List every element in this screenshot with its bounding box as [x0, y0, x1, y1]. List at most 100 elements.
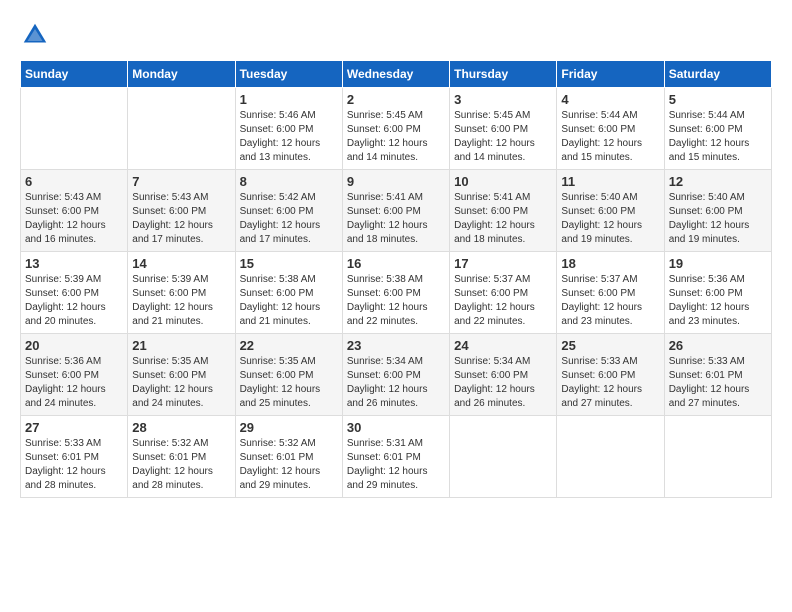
day-header-sunday: Sunday [21, 61, 128, 88]
day-number: 10 [454, 174, 552, 189]
page-header [20, 20, 772, 50]
logo [20, 20, 54, 50]
day-info: Sunrise: 5:36 AM Sunset: 6:00 PM Dayligh… [25, 355, 123, 411]
day-cell: 19 Sunrise: 5:36 AM Sunset: 6:00 PM Dayli… [664, 252, 771, 334]
day-info: Sunrise: 5:35 AM Sunset: 6:00 PM Dayligh… [240, 355, 338, 411]
day-number: 16 [347, 256, 445, 271]
day-header-wednesday: Wednesday [342, 61, 449, 88]
day-number: 25 [561, 338, 659, 353]
day-cell [21, 88, 128, 170]
day-cell: 15Sunrise: 5:38 AM Sunset: 6:00 PM Dayli… [235, 252, 342, 334]
day-cell: 14 Sunrise: 5:39 AM Sunset: 6:00 PM Dayli… [128, 252, 235, 334]
day-cell: 7 Sunrise: 5:43 AM Sunset: 6:00 PM Daylig… [128, 170, 235, 252]
week-row-5: 27 Sunrise: 5:33 AM Sunset: 6:01 PM Dayli… [21, 416, 772, 498]
day-cell [450, 416, 557, 498]
day-cell [664, 416, 771, 498]
day-number: 19 [669, 256, 767, 271]
day-number: 8 [240, 174, 338, 189]
day-info: Sunrise: 5:31 AM Sunset: 6:01 PM Dayligh… [347, 437, 445, 493]
day-cell: 30 Sunrise: 5:31 AM Sunset: 6:01 PM Dayli… [342, 416, 449, 498]
day-number: 24 [454, 338, 552, 353]
day-info: Sunrise: 5:38 AM Sunset: 6:00 PM Dayligh… [240, 273, 338, 329]
day-info: Sunrise: 5:43 AM Sunset: 6:00 PM Dayligh… [25, 191, 123, 247]
day-cell: 8 Sunrise: 5:42 AM Sunset: 6:00 PM Daylig… [235, 170, 342, 252]
week-row-3: 13 Sunrise: 5:39 AM Sunset: 6:00 PM Dayli… [21, 252, 772, 334]
day-cell [128, 88, 235, 170]
day-info: Sunrise: 5:33 AM Sunset: 6:01 PM Dayligh… [669, 355, 767, 411]
day-info: Sunrise: 5:37 AM Sunset: 6:00 PM Dayligh… [454, 273, 552, 329]
day-info: Sunrise: 5:44 AM Sunset: 6:00 PM Dayligh… [669, 109, 767, 165]
day-cell: 12 Sunrise: 5:40 AM Sunset: 6:00 PM Dayli… [664, 170, 771, 252]
day-cell: 29 Sunrise: 5:32 AM Sunset: 6:01 PM Dayli… [235, 416, 342, 498]
day-info: Sunrise: 5:41 AM Sunset: 6:00 PM Dayligh… [454, 191, 552, 247]
day-info: Sunrise: 5:41 AM Sunset: 6:00 PM Dayligh… [347, 191, 445, 247]
day-info: Sunrise: 5:43 AM Sunset: 6:00 PM Dayligh… [132, 191, 230, 247]
day-cell: 16 Sunrise: 5:38 AM Sunset: 6:00 PM Dayli… [342, 252, 449, 334]
day-number: 29 [240, 420, 338, 435]
day-number: 26 [669, 338, 767, 353]
day-info: Sunrise: 5:44 AM Sunset: 6:00 PM Dayligh… [561, 109, 659, 165]
week-row-4: 20 Sunrise: 5:36 AM Sunset: 6:00 PM Dayli… [21, 334, 772, 416]
day-info: Sunrise: 5:45 AM Sunset: 6:00 PM Dayligh… [347, 109, 445, 165]
day-number: 12 [669, 174, 767, 189]
day-cell: 1Sunrise: 5:46 AM Sunset: 6:00 PM Daylig… [235, 88, 342, 170]
day-cell: 9 Sunrise: 5:41 AM Sunset: 6:00 PM Daylig… [342, 170, 449, 252]
day-number: 20 [25, 338, 123, 353]
day-cell: 6 Sunrise: 5:43 AM Sunset: 6:00 PM Daylig… [21, 170, 128, 252]
day-info: Sunrise: 5:38 AM Sunset: 6:00 PM Dayligh… [347, 273, 445, 329]
day-cell: 13 Sunrise: 5:39 AM Sunset: 6:00 PM Dayli… [21, 252, 128, 334]
day-cell: 5 Sunrise: 5:44 AM Sunset: 6:00 PM Daylig… [664, 88, 771, 170]
day-number: 18 [561, 256, 659, 271]
day-number: 5 [669, 92, 767, 107]
day-header-tuesday: Tuesday [235, 61, 342, 88]
day-info: Sunrise: 5:35 AM Sunset: 6:00 PM Dayligh… [132, 355, 230, 411]
week-row-1: 1Sunrise: 5:46 AM Sunset: 6:00 PM Daylig… [21, 88, 772, 170]
day-number: 4 [561, 92, 659, 107]
day-cell: 25Sunrise: 5:33 AM Sunset: 6:00 PM Dayli… [557, 334, 664, 416]
day-cell: 4 Sunrise: 5:44 AM Sunset: 6:00 PM Daylig… [557, 88, 664, 170]
day-number: 30 [347, 420, 445, 435]
day-number: 9 [347, 174, 445, 189]
day-cell: 2Sunrise: 5:45 AM Sunset: 6:00 PM Daylig… [342, 88, 449, 170]
day-info: Sunrise: 5:34 AM Sunset: 6:00 PM Dayligh… [347, 355, 445, 411]
day-cell: 23 Sunrise: 5:34 AM Sunset: 6:00 PM Dayli… [342, 334, 449, 416]
day-info: Sunrise: 5:39 AM Sunset: 6:00 PM Dayligh… [25, 273, 123, 329]
day-header-thursday: Thursday [450, 61, 557, 88]
day-cell: 10 Sunrise: 5:41 AM Sunset: 6:00 PM Dayli… [450, 170, 557, 252]
day-cell: 11 Sunrise: 5:40 AM Sunset: 6:00 PM Dayli… [557, 170, 664, 252]
logo-icon [20, 20, 50, 50]
day-number: 23 [347, 338, 445, 353]
day-cell: 26 Sunrise: 5:33 AM Sunset: 6:01 PM Dayli… [664, 334, 771, 416]
day-number: 14 [132, 256, 230, 271]
day-number: 21 [132, 338, 230, 353]
day-number: 13 [25, 256, 123, 271]
day-info: Sunrise: 5:42 AM Sunset: 6:00 PM Dayligh… [240, 191, 338, 247]
day-cell: 21 Sunrise: 5:35 AM Sunset: 6:00 PM Dayli… [128, 334, 235, 416]
day-info: Sunrise: 5:33 AM Sunset: 6:01 PM Dayligh… [25, 437, 123, 493]
day-cell [557, 416, 664, 498]
day-header-friday: Friday [557, 61, 664, 88]
day-number: 28 [132, 420, 230, 435]
day-info: Sunrise: 5:36 AM Sunset: 6:00 PM Dayligh… [669, 273, 767, 329]
day-info: Sunrise: 5:40 AM Sunset: 6:00 PM Dayligh… [561, 191, 659, 247]
day-info: Sunrise: 5:32 AM Sunset: 6:01 PM Dayligh… [240, 437, 338, 493]
day-info: Sunrise: 5:40 AM Sunset: 6:00 PM Dayligh… [669, 191, 767, 247]
day-cell: 17 Sunrise: 5:37 AM Sunset: 6:00 PM Dayli… [450, 252, 557, 334]
day-number: 17 [454, 256, 552, 271]
day-number: 7 [132, 174, 230, 189]
calendar-header-row: SundayMondayTuesdayWednesdayThursdayFrid… [21, 61, 772, 88]
day-cell: 22 Sunrise: 5:35 AM Sunset: 6:00 PM Dayli… [235, 334, 342, 416]
week-row-2: 6 Sunrise: 5:43 AM Sunset: 6:00 PM Daylig… [21, 170, 772, 252]
day-cell: 18 Sunrise: 5:37 AM Sunset: 6:00 PM Dayli… [557, 252, 664, 334]
day-number: 3 [454, 92, 552, 107]
day-cell: 24Sunrise: 5:34 AM Sunset: 6:00 PM Dayli… [450, 334, 557, 416]
day-info: Sunrise: 5:39 AM Sunset: 6:00 PM Dayligh… [132, 273, 230, 329]
calendar: SundayMondayTuesdayWednesdayThursdayFrid… [20, 60, 772, 498]
day-info: Sunrise: 5:32 AM Sunset: 6:01 PM Dayligh… [132, 437, 230, 493]
day-number: 11 [561, 174, 659, 189]
day-info: Sunrise: 5:37 AM Sunset: 6:00 PM Dayligh… [561, 273, 659, 329]
day-header-monday: Monday [128, 61, 235, 88]
day-number: 22 [240, 338, 338, 353]
day-number: 6 [25, 174, 123, 189]
day-number: 27 [25, 420, 123, 435]
